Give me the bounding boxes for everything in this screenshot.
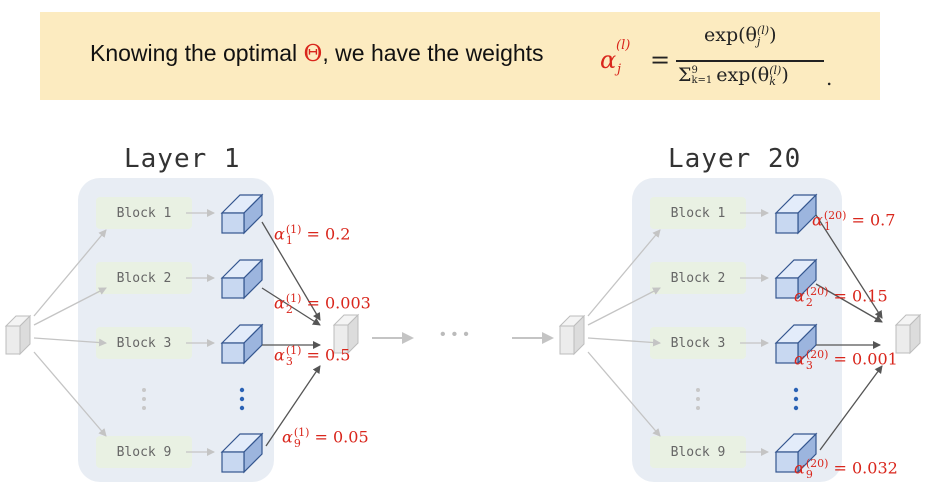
layer-20-cube-ellipsis — [793, 387, 799, 411]
layer-1-weight-label-1: α (1) 1 = 0.2 — [274, 224, 350, 246]
weight-value: = 0.15 — [833, 286, 888, 306]
layer-20-input-cube — [559, 315, 585, 355]
layer-20-block-ellipsis — [696, 388, 700, 410]
weight-value: = 0.05 — [314, 427, 369, 447]
label-sub: 3 — [285, 355, 293, 368]
label-scripts: (1) 2 — [286, 293, 302, 315]
label-sub: 9 — [805, 468, 813, 481]
layer-1-fanout-3 — [33, 337, 107, 347]
alpha-symbol: α — [794, 458, 805, 478]
layer-20-fanout-9 — [587, 351, 661, 437]
layer-20-fanout-3 — [587, 337, 661, 347]
label-sub: 9 — [293, 437, 301, 450]
label-sub: 2 — [285, 303, 293, 316]
layer-1-weight-label-3: α (1) 3 = 0.5 — [274, 345, 350, 367]
layer-1-fanout-2 — [33, 287, 107, 326]
label-sub: 2 — [805, 296, 813, 309]
label-sub: 1 — [285, 234, 293, 247]
weight-value: = 0.5 — [306, 345, 351, 365]
layer-20-fanout-1 — [587, 229, 661, 317]
label-scripts: (20) 1 — [824, 210, 847, 232]
layer-1-fanout-9 — [33, 351, 107, 437]
alpha-symbol: α — [794, 349, 805, 369]
alpha-symbol: α — [282, 427, 293, 447]
layer-20-weight-label-1: α (20) 1 = 0.7 — [812, 210, 895, 232]
layer-1-cube-ellipsis — [239, 387, 245, 411]
layer-1-weight-label-2: α (1) 2 = 0.003 — [274, 293, 371, 315]
layer-1-feature-cube-2 — [221, 259, 263, 299]
label-scripts: (20) 9 — [806, 458, 829, 480]
layer-20-weight-label-2: α (20) 2 = 0.15 — [794, 286, 888, 308]
layer-1-weight-label-9: α (1) 9 = 0.05 — [282, 427, 369, 449]
layer-20-feature-cube-1 — [775, 194, 817, 234]
layer-1-feature-cube-3 — [221, 324, 263, 364]
layer-1-input-cube — [5, 315, 31, 355]
label-scripts: (20) 3 — [806, 349, 829, 371]
label-scripts: (20) 2 — [806, 286, 829, 308]
diagram-graphics — [5, 194, 921, 473]
layer-20-weight-arrow-9 — [819, 365, 883, 451]
weight-value: = 0.2 — [306, 224, 351, 244]
label-scripts: (1) 1 — [286, 224, 302, 246]
alpha-symbol: α — [274, 224, 285, 244]
weight-value: = 0.001 — [833, 349, 898, 369]
layer-20-weight-label-3: α (20) 3 = 0.001 — [794, 349, 898, 371]
layer-20-output-cube — [895, 314, 921, 354]
weight-value: = 0.7 — [851, 210, 896, 230]
label-sub: 3 — [805, 359, 813, 372]
layer-1-block-ellipsis — [142, 388, 146, 410]
alpha-symbol: α — [812, 210, 823, 230]
layers-ellipsis: ••• — [440, 326, 475, 343]
layer-20-fanout-2 — [587, 287, 661, 326]
alpha-symbol: α — [794, 286, 805, 306]
label-sub: 1 — [823, 220, 831, 233]
label-scripts: (1) 3 — [286, 345, 302, 367]
weight-value: = 0.032 — [833, 458, 898, 478]
alpha-symbol: α — [274, 345, 285, 365]
layer-20-weight-label-9: α (20) 9 = 0.032 — [794, 458, 898, 480]
label-scripts: (1) 9 — [294, 427, 310, 449]
layer-1-feature-cube-1 — [221, 194, 263, 234]
layer-1-feature-cube-9 — [221, 433, 263, 473]
alpha-symbol: α — [274, 293, 285, 313]
weight-value: = 0.003 — [306, 293, 371, 313]
layer-1-fanout-1 — [33, 229, 107, 317]
